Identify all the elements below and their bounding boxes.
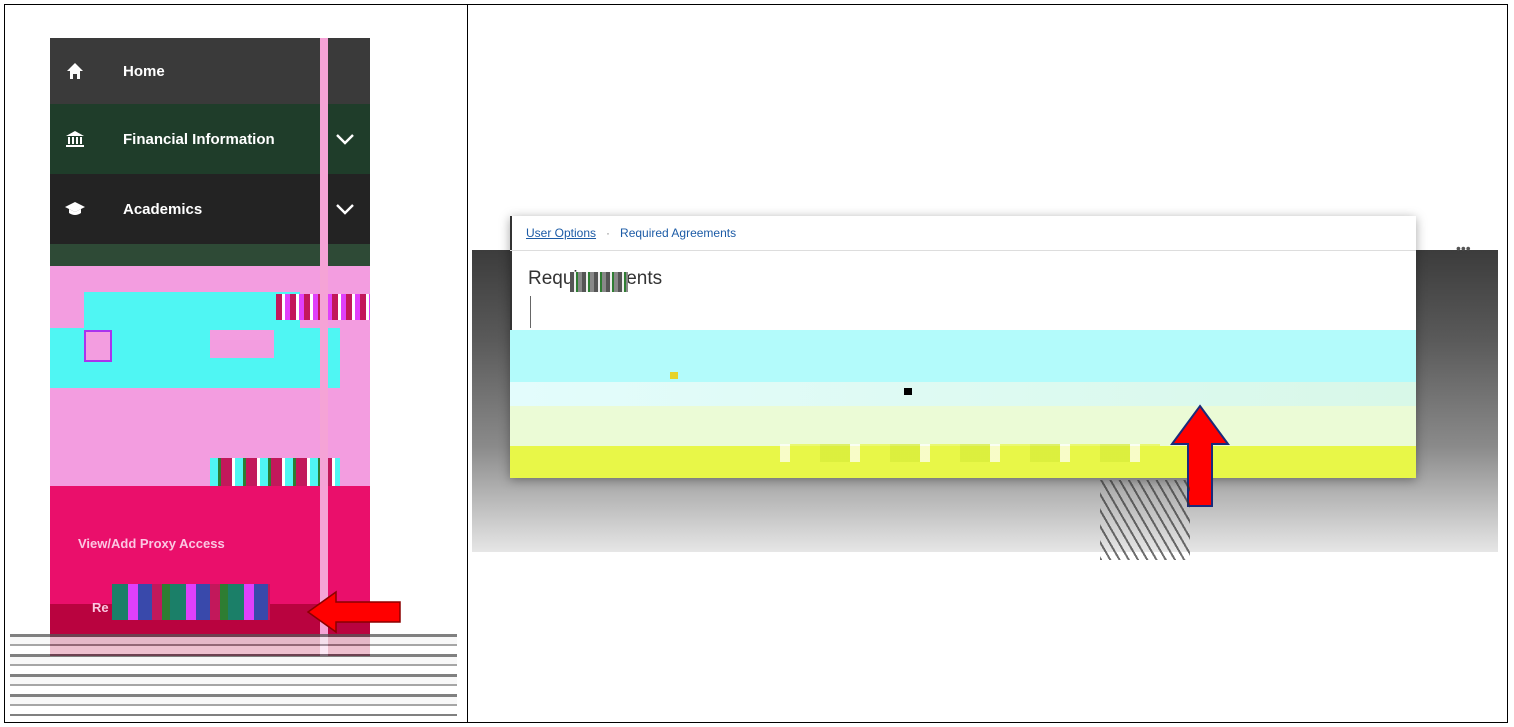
image-artifact — [50, 292, 300, 332]
graduation-cap-icon — [64, 198, 86, 220]
ellipsis-icon: ••• — [1456, 240, 1471, 256]
required-agreements-link[interactable]: Re — [92, 600, 109, 615]
sidebar-item-label: Financial Information — [123, 130, 275, 148]
image-artifact — [510, 406, 1416, 446]
sidebar-scrollbar[interactable] — [320, 38, 328, 656]
required-agreements-panel: User Options · Required Agreements Requir … — [510, 216, 1416, 478]
home-icon — [64, 60, 86, 82]
breadcrumb-user-options[interactable]: User Options — [526, 226, 596, 240]
chevron-down-icon[interactable] — [334, 128, 356, 150]
view-add-proxy-access-link[interactable]: View/Add Proxy Access — [78, 536, 225, 551]
image-artifact — [84, 330, 112, 362]
text-cursor — [530, 296, 531, 328]
image-artifact — [210, 330, 274, 358]
breadcrumb: User Options · Required Agreements — [526, 226, 736, 240]
chevron-down-icon[interactable] — [334, 198, 356, 220]
sidebar-item-label: Academics — [123, 200, 203, 218]
image-artifact — [670, 372, 678, 379]
image-artifact — [570, 272, 628, 292]
breadcrumb-separator: · — [606, 226, 611, 240]
sidebar-item-label: Home — [123, 62, 165, 80]
divider — [510, 250, 1416, 251]
panel-border — [510, 216, 512, 332]
image-artifact — [1100, 480, 1190, 560]
blurred-region — [10, 634, 457, 716]
table-divider — [467, 4, 468, 723]
image-artifact — [50, 268, 84, 328]
image-artifact — [112, 584, 270, 620]
image-artifact — [510, 330, 1416, 382]
bank-icon — [64, 128, 86, 150]
breadcrumb-current: Required Agreements — [620, 226, 737, 240]
image-artifact — [780, 444, 1160, 462]
red-arrow-left-icon — [306, 590, 401, 634]
image-artifact — [510, 382, 1416, 406]
image-artifact — [904, 388, 912, 395]
